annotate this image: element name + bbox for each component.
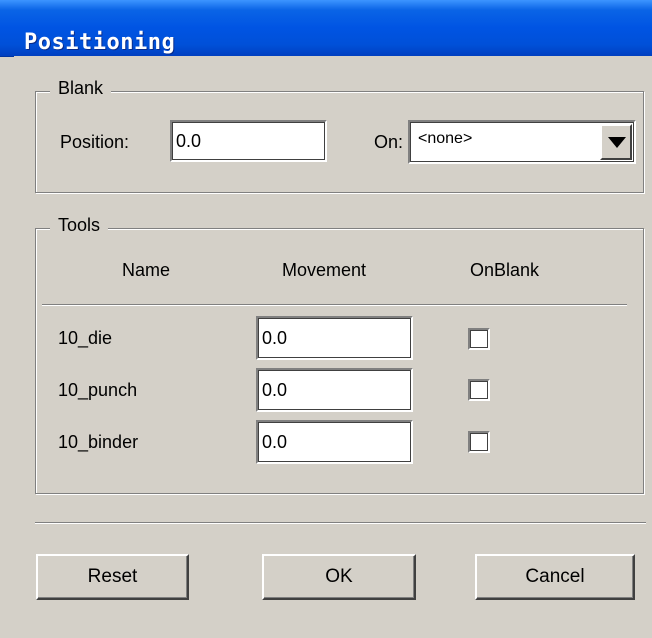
ok-button[interactable]: OK — [262, 554, 416, 600]
blank-on-value: <none> — [418, 130, 473, 147]
tool-movement-input[interactable] — [256, 316, 413, 360]
tool-name: 10_punch — [58, 380, 138, 400]
header-movement: Movement — [282, 260, 367, 280]
header-onblank: OnBlank — [470, 260, 540, 280]
dialog-body: Blank Position: On: <none> Tools Name Mo… — [14, 56, 652, 638]
tool-movement-input[interactable] — [256, 420, 413, 464]
tool-movement-input[interactable] — [256, 368, 413, 412]
title-bar[interactable]: Positioning — [0, 0, 652, 57]
button-separator — [35, 522, 646, 524]
chevron-down-icon — [608, 137, 626, 148]
tools-legend: Tools — [50, 215, 109, 236]
header-name: Name — [122, 260, 171, 280]
tool-onblank-checkbox[interactable] — [468, 431, 490, 453]
reset-button[interactable]: Reset — [36, 554, 189, 600]
window-title: Positioning — [24, 30, 176, 55]
blank-on-select[interactable]: <none> — [408, 120, 636, 164]
cancel-button[interactable]: Cancel — [475, 554, 635, 600]
positioning-dialog: Positioning Blank Position: On: <none> T… — [0, 0, 652, 638]
tool-onblank-checkbox[interactable] — [468, 379, 490, 401]
tool-name: 10_binder — [58, 432, 139, 452]
blank-position-input[interactable] — [170, 120, 327, 162]
dropdown-button[interactable] — [600, 124, 632, 160]
tool-name: 10_die — [58, 328, 113, 348]
position-label: Position: — [60, 132, 130, 152]
on-label: On: — [374, 132, 404, 152]
header-divider — [42, 304, 627, 306]
tool-onblank-checkbox[interactable] — [468, 328, 490, 350]
blank-legend: Blank — [50, 78, 112, 99]
